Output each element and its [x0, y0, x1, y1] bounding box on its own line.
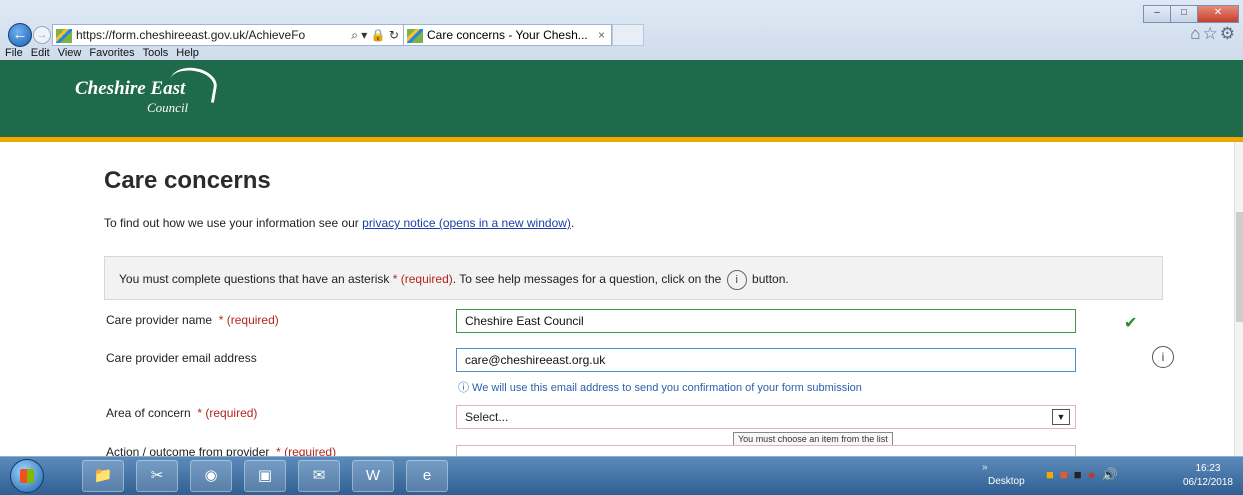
clock-time: 16:23 — [1195, 463, 1221, 474]
site-header: Cheshire East Council — [0, 60, 1243, 142]
address-tools[interactable]: ⌕ ▾ 🔒 ↻ — [351, 25, 399, 45]
chrome-icon[interactable]: ◉ — [190, 460, 232, 492]
provider-name-label: Care provider name * (required) — [106, 313, 279, 327]
privacy-intro: To find out how we use your information … — [104, 216, 574, 230]
info-icon: i — [726, 269, 747, 290]
tab-favicon-icon — [407, 28, 423, 43]
windows-logo-icon — [20, 469, 34, 483]
close-window-button[interactable]: ✕ — [1197, 5, 1239, 23]
page-scrollbar[interactable] — [1234, 142, 1243, 456]
provider-name-input[interactable]: Cheshire East Council — [456, 309, 1076, 333]
explorer-folder-icon[interactable]: 📁 — [82, 460, 124, 492]
address-url[interactable]: https://form.cheshireeast.gov.uk/Achieve… — [76, 28, 305, 42]
gear-icon[interactable]: ⚙ — [1220, 24, 1237, 43]
notification-tray-icon[interactable]: ■ — [1060, 467, 1074, 482]
browser-icons: ⌂☆⚙ — [1190, 24, 1237, 44]
validation-tooltip: You must choose an item from the list — [733, 432, 893, 446]
area-of-concern-select[interactable]: Select... ▼ — [456, 405, 1076, 429]
home-icon[interactable]: ⌂ — [1190, 24, 1202, 43]
info-text-2: . To see help messages for a question, c… — [452, 272, 725, 286]
menu-help[interactable]: Help — [176, 47, 199, 59]
chevron-down-icon[interactable]: ▼ — [1052, 409, 1070, 425]
outlook-tray-icon[interactable]: ■ — [1046, 467, 1060, 482]
email-input[interactable]: care@cheshireeast.org.uk — [456, 348, 1076, 372]
info-required-marker: * (required) — [392, 272, 453, 286]
info-text-3: button. — [748, 272, 789, 286]
menu-favorites[interactable]: Favorites — [89, 47, 134, 59]
scroll-thumb[interactable] — [1236, 212, 1243, 322]
outlook-icon[interactable]: ✉ — [298, 460, 340, 492]
info-text-1: You must complete questions that have an… — [119, 272, 393, 286]
back-button[interactable]: ← — [8, 23, 32, 47]
area-label: Area of concern * (required) — [106, 406, 257, 420]
page-title: Care concerns — [104, 167, 271, 194]
clock-date: 06/12/2018 — [1182, 477, 1233, 488]
system-clock[interactable]: 16:23 06/12/2018 — [1183, 462, 1233, 490]
area-select-value: Select... — [465, 410, 509, 424]
windows-taskbar: 📁 ✂ ◉ ▣ ✉ W e » Desktop ■■■●🔊 16:23 06/1… — [0, 456, 1243, 495]
system-tray: ■■■●🔊 — [1046, 467, 1124, 483]
email-info-icon[interactable]: i — [1152, 346, 1174, 368]
browser-chrome: ← → https://form.cheshireeast.gov.uk/Ach… — [0, 0, 1243, 60]
menu-edit[interactable]: Edit — [31, 47, 50, 59]
email-help-text: ⓘ We will use this email address to send… — [458, 382, 862, 394]
menu-view[interactable]: View — [58, 47, 82, 59]
maximize-button[interactable]: □ — [1170, 5, 1198, 23]
star-icon[interactable]: ☆ — [1203, 24, 1220, 43]
snipping-tool-icon[interactable]: ✂ — [136, 460, 178, 492]
word-icon[interactable]: W — [352, 460, 394, 492]
desktop-toolbar-label[interactable]: Desktop — [988, 476, 1025, 487]
provider-name-required: * (required) — [218, 313, 279, 327]
forward-button[interactable]: → — [33, 26, 51, 44]
area-label-text: Area of concern — [106, 406, 191, 420]
tab-title: Care concerns - Your Chesh... — [427, 28, 588, 42]
internet-explorer-icon[interactable]: e — [406, 460, 448, 492]
new-tab-button[interactable] — [612, 24, 644, 46]
privacy-suffix: . — [570, 216, 575, 230]
window-controls: – □ ✕ — [1143, 2, 1239, 23]
email-label: Care provider email address — [106, 351, 257, 365]
council-logo[interactable]: Cheshire East Council — [75, 64, 220, 115]
address-bar[interactable]: https://form.cheshireeast.gov.uk/Achieve… — [52, 24, 404, 46]
menu-tools[interactable]: Tools — [143, 47, 169, 59]
volume-icon[interactable]: 🔊 — [1101, 467, 1123, 482]
site-favicon-icon — [56, 28, 72, 43]
security-tray-icon[interactable]: ● — [1088, 467, 1102, 482]
required-info-box: You must complete questions that have an… — [104, 256, 1163, 300]
minimize-button[interactable]: – — [1143, 5, 1171, 23]
desktop-toolbar-chevron[interactable]: » — [982, 462, 988, 473]
logo-sub-text: Council — [147, 100, 189, 115]
privacy-prefix: To find out how we use your information … — [104, 216, 363, 230]
area-required: * (required) — [197, 406, 258, 420]
tab-close-icon[interactable]: × — [598, 25, 605, 45]
network-tray-icon[interactable]: ■ — [1074, 467, 1088, 482]
menu-bar: File Edit View Favorites Tools Help — [0, 46, 1243, 60]
provider-name-label-text: Care provider name — [106, 313, 213, 327]
privacy-notice-link[interactable]: privacy notice (opens in a new window) — [362, 216, 571, 230]
start-button[interactable] — [10, 459, 44, 493]
browser-tab[interactable]: Care concerns - Your Chesh... × — [403, 24, 612, 46]
menu-file[interactable]: File — [5, 47, 23, 59]
remote-desktop-icon[interactable]: ▣ — [244, 460, 286, 492]
checkmark-icon: ✔ — [1124, 315, 1138, 332]
